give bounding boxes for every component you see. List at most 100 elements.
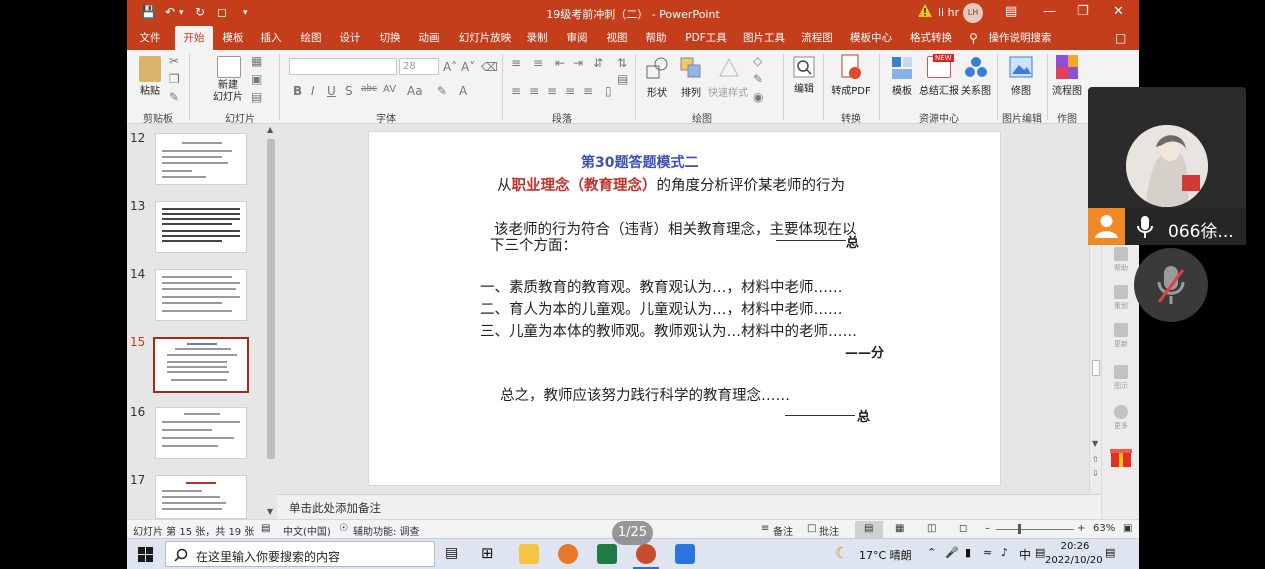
template-icon[interactable] xyxy=(891,56,913,80)
cut-icon[interactable]: ✂ xyxy=(169,54,179,68)
mute-button[interactable] xyxy=(1134,248,1208,322)
plan-side-icon[interactable] xyxy=(1114,285,1128,299)
numbering-icon[interactable]: ≡ xyxy=(533,56,543,70)
diagram-side-icon[interactable] xyxy=(1114,365,1128,379)
slide-thumbnail-17[interactable] xyxy=(155,475,247,519)
slide-sorter-icon[interactable]: ▦ xyxy=(895,523,904,534)
arrange-button-label[interactable]: 排列 xyxy=(675,84,707,99)
browser-icon[interactable] xyxy=(558,544,578,564)
task-view-icon[interactable]: ▤ xyxy=(445,545,458,561)
shadow-icon[interactable]: S xyxy=(345,84,353,98)
font-size-combo[interactable]: 28 xyxy=(399,58,439,75)
slideshow-icon[interactable]: ◻ xyxy=(959,523,967,534)
zoom-out-icon[interactable]: – xyxy=(985,523,990,534)
thumbnail-scroll-thumb[interactable] xyxy=(267,139,275,459)
align-center-icon[interactable]: ≡ xyxy=(529,84,539,98)
spellcheck-icon[interactable]: ▤ xyxy=(261,523,270,534)
volume-icon[interactable]: ♪ xyxy=(1001,546,1008,559)
align-left-icon[interactable]: ≡ xyxy=(511,84,521,98)
slide-thumbnail-15[interactable] xyxy=(153,337,249,393)
close-icon[interactable]: ✕ xyxy=(1113,4,1124,19)
slide-subtitle[interactable]: 从职业理念（教育理念）的角度分析评价某老师的行为 xyxy=(497,174,845,195)
point-1[interactable]: 一、素质教育的教育观。教育观认为…，材料中老师…… xyxy=(480,276,843,297)
tab-review[interactable]: 审阅 xyxy=(563,26,591,50)
tab-template[interactable]: 模板 xyxy=(219,26,247,50)
comment-icon[interactable]: □ xyxy=(1115,31,1126,45)
mic-tray-icon[interactable]: 🎤 xyxy=(945,546,959,559)
zoom-slider-thumb[interactable] xyxy=(1018,524,1021,534)
conclusion[interactable]: 总之，教师应该努力践行科学的教育理念…… xyxy=(500,384,790,405)
reset-icon[interactable]: ▣ xyxy=(251,72,262,86)
find-icon[interactable] xyxy=(793,56,815,78)
tab-file[interactable]: 文件 xyxy=(135,26,165,50)
reading-view-icon[interactable]: ◫ xyxy=(927,523,936,534)
tab-home[interactable]: 开始 xyxy=(175,26,213,50)
flowchart-icon[interactable] xyxy=(1055,54,1079,80)
slide-thumbnail-16[interactable] xyxy=(155,407,247,459)
copy-icon[interactable]: ❐ xyxy=(169,72,180,86)
tab-slideshow[interactable]: 幻灯片放映 xyxy=(455,26,515,50)
comments-toggle[interactable]: 批注 xyxy=(819,523,839,538)
decrease-indent-icon[interactable]: ⇤ xyxy=(555,56,565,70)
more-side-icon[interactable] xyxy=(1114,405,1128,419)
ribbon-display-icon[interactable]: ▤ xyxy=(1005,4,1017,19)
tab-insert[interactable]: 插入 xyxy=(257,26,285,50)
retouch-button-label[interactable]: 修图 xyxy=(1005,82,1037,97)
slide-thumbnail-14[interactable] xyxy=(155,269,247,321)
user-name[interactable]: li hr xyxy=(938,6,959,19)
intro-line-2[interactable]: 下三个方面： xyxy=(490,234,577,255)
paste-icon[interactable] xyxy=(139,56,161,82)
distributed-icon[interactable]: ≡ xyxy=(583,84,593,98)
language-status[interactable]: 中文(中国) xyxy=(283,523,331,538)
tab-format-convert[interactable]: 格式转换 xyxy=(907,26,955,50)
point-2[interactable]: 二、育人为本的儿童观。儿童观认为…，材料中老师…… xyxy=(480,298,843,319)
shape-effects-icon[interactable]: ◉ xyxy=(753,90,763,104)
line-spacing-icon[interactable]: ⇵ xyxy=(593,56,603,70)
tab-transitions[interactable]: 切换 xyxy=(376,26,404,50)
restore-icon[interactable]: ❐ xyxy=(1077,4,1089,19)
thumbnail-scrollbar[interactable]: ▲ ▼ xyxy=(265,125,277,519)
warning-icon[interactable] xyxy=(917,3,933,19)
decrease-font-icon[interactable]: A˅ xyxy=(461,60,475,74)
notes-placeholder[interactable]: 单击此处添加备注 xyxy=(289,500,381,516)
tab-picture-tools[interactable]: 图片工具 xyxy=(741,26,787,50)
slide-scroll-thumb[interactable] xyxy=(1092,360,1100,376)
fit-window-icon[interactable]: ▣ xyxy=(1123,523,1132,534)
quick-style-icon[interactable] xyxy=(717,56,741,80)
notes-pane[interactable]: 单击此处添加备注 xyxy=(277,494,1101,519)
notes-toggle[interactable]: 备注 xyxy=(773,523,793,538)
scroll-up-icon[interactable]: ▲ xyxy=(267,125,273,134)
wifi-icon[interactable]: ≈ xyxy=(983,546,992,559)
gift-icon[interactable] xyxy=(1108,443,1134,469)
tab-view[interactable]: 视图 xyxy=(603,26,631,50)
user-avatar[interactable]: LH xyxy=(963,3,983,23)
format-painter-icon[interactable]: ✎ xyxy=(169,90,179,104)
template-button-label[interactable]: 模板 xyxy=(887,82,917,97)
change-case-icon[interactable]: Aa xyxy=(407,84,423,98)
align-text-icon[interactable]: ▤ xyxy=(617,72,628,86)
zoom-slider-track[interactable] xyxy=(996,529,1074,530)
columns-icon[interactable]: ▯ xyxy=(605,84,612,98)
relation-chart-button-label[interactable]: 关系图 xyxy=(959,82,993,97)
italic-icon[interactable]: I xyxy=(311,84,315,98)
bold-icon[interactable]: B xyxy=(293,84,302,98)
tab-draw[interactable]: 绘图 xyxy=(297,26,325,50)
notes-toggle-icon[interactable]: ≡ xyxy=(761,523,769,534)
ime-indicator[interactable]: 中 xyxy=(1019,546,1031,563)
new-slide-button-label[interactable]: 新建 幻灯片 xyxy=(205,80,251,104)
char-spacing-icon[interactable]: AV xyxy=(383,84,396,95)
slide-title[interactable]: 第30题答题模式二 xyxy=(581,152,698,172)
scroll-down-icon[interactable]: ▼ xyxy=(1092,439,1098,448)
next-slide-icon[interactable]: ⇩ xyxy=(1092,469,1099,478)
taskbar-search-box[interactable]: 在这里输入你要搜索的内容 xyxy=(165,541,435,567)
font-name-combo[interactable] xyxy=(289,58,397,75)
scroll-down-icon[interactable]: ▼ xyxy=(267,507,273,516)
strikethrough-icon[interactable]: abc xyxy=(361,84,377,94)
shape-outline-icon[interactable]: ✎ xyxy=(753,72,763,86)
flowchart-button-label[interactable]: 流程图 xyxy=(1049,82,1085,97)
shapes-button-label[interactable]: 形状 xyxy=(641,84,673,99)
increase-font-icon[interactable]: A˄ xyxy=(443,60,457,74)
slide-thumbnail-12[interactable] xyxy=(155,133,247,185)
powerpoint-icon[interactable] xyxy=(636,544,656,564)
text-direction-icon[interactable]: ⇅ xyxy=(617,56,627,70)
